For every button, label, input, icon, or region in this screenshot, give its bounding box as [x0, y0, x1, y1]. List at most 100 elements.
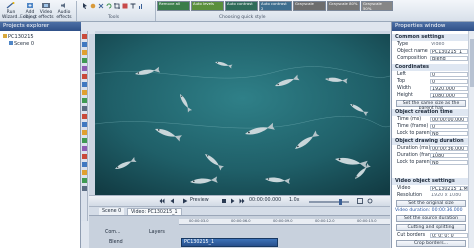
scene-icon	[9, 41, 13, 45]
settings-icon[interactable]	[367, 198, 373, 204]
object-tool-icon[interactable]	[82, 58, 87, 63]
lock-drawing-select[interactable]: No	[430, 160, 468, 165]
timeline-tick: 00:00:03.0	[189, 219, 209, 223]
timeline-tick: 00:00:15.0	[357, 219, 377, 223]
object-tool-icon[interactable]	[82, 146, 87, 151]
crop-borders-button[interactable]: Crop borders...	[396, 240, 466, 247]
same-size-button[interactable]: Set the same size as the parent has	[396, 100, 466, 111]
volume-slider[interactable]	[309, 201, 349, 203]
object-tool-icon[interactable]	[82, 42, 87, 47]
preview-button[interactable]: Preview	[190, 198, 209, 204]
top-field[interactable]: 0	[430, 79, 468, 84]
film-icon	[42, 3, 50, 8]
style-remove-all[interactable]: Remove all	[157, 1, 190, 11]
common-settings-header[interactable]: Common settings	[392, 34, 468, 41]
cut-borders-field[interactable]: 0; 0; 0; 0	[430, 233, 468, 238]
video-preview[interactable]	[95, 34, 390, 195]
object-tool-icon[interactable]	[82, 98, 87, 103]
coordinates-header[interactable]: Coordinates	[392, 64, 468, 71]
object-tool-icon[interactable]	[82, 90, 87, 95]
color-icon[interactable]	[122, 3, 128, 9]
properties-window: Properties window Common settings Type Vi…	[391, 22, 474, 248]
object-tool-icon[interactable]	[82, 162, 87, 167]
duration-ms-field[interactable]: 00:00:36.000	[430, 146, 468, 151]
tree-item-scene[interactable]: Scene 0	[9, 41, 34, 47]
style-auto-contrast-2[interactable]: Auto contrast 2	[259, 1, 292, 11]
object-tool-icon[interactable]	[82, 50, 87, 55]
object-tool-icon[interactable]	[82, 178, 87, 183]
object-tool-icon[interactable]	[82, 130, 87, 135]
height-field[interactable]: 1080.000	[430, 93, 468, 98]
text-icon[interactable]	[130, 3, 136, 9]
hand-tool-icon[interactable]	[90, 3, 96, 9]
source-duration-button[interactable]: Set the source duration	[396, 215, 466, 222]
object-tool-icon[interactable]	[82, 154, 87, 159]
timeline-ruler[interactable]: 00:00:03.0 00:00:06.0 00:00:09.0 00:00:1…	[179, 219, 390, 225]
step-back-icon[interactable]	[169, 198, 175, 204]
object-tool-icon[interactable]	[82, 170, 87, 175]
properties-scrollbar[interactable]	[468, 31, 474, 248]
composition-select[interactable]: Blend	[430, 56, 468, 61]
style-auto-levels[interactable]: Auto levels	[191, 1, 224, 11]
tab-scene-0[interactable]: Scene 0	[99, 208, 125, 215]
object-name-field[interactable]: PC130215_1	[430, 49, 468, 54]
style-grayscale-80[interactable]: Grayscale 80%	[327, 1, 360, 11]
width-field[interactable]: 1920.000	[430, 86, 468, 91]
properties-title: Properties window	[392, 22, 474, 31]
video-settings-header[interactable]: Video object settings	[392, 178, 468, 185]
duration-frame-field[interactable]: 1080	[430, 153, 468, 158]
explorer-title: Projects explorer	[0, 22, 81, 31]
style-grayscale-50[interactable]: Grayscale 50%	[361, 1, 393, 11]
tab-video[interactable]: Video: PC130215_1	[127, 208, 182, 215]
object-tool-icon[interactable]	[82, 74, 87, 79]
time-frame-field[interactable]: 0	[430, 124, 468, 129]
fullscreen-icon[interactable]	[357, 198, 363, 204]
style-grayscale[interactable]: Grayscale	[293, 1, 326, 11]
video-file-field[interactable]: PC130215_1.MOV	[430, 186, 468, 191]
volume-slider-thumb[interactable]	[339, 199, 342, 205]
play-icon[interactable]	[182, 198, 188, 204]
object-tool-icon[interactable]	[82, 66, 87, 71]
fast-forward-icon[interactable]	[239, 198, 245, 204]
video-effects-button[interactable]: Video effects	[38, 2, 54, 20]
ribbon: Run Wizard... Add object Video effects E…	[0, 0, 474, 22]
step-forward-icon[interactable]	[230, 198, 236, 204]
prop-lock-drawing: Lock to parent No	[392, 159, 468, 166]
playback-time: 00:00:00.000	[249, 198, 282, 203]
object-tool-icon[interactable]	[82, 114, 87, 119]
playback-bar: Preview 00:00:00.000 1.0x	[89, 195, 390, 206]
timeline-clip[interactable]: PC130215_1	[181, 238, 278, 247]
left-field[interactable]: 0	[430, 72, 468, 77]
original-size-button[interactable]: Set the original size	[396, 200, 466, 207]
crop-icon[interactable]	[114, 3, 120, 9]
prop-lock-creation: Lock to parent No	[392, 130, 468, 137]
object-tool-icon[interactable]	[82, 122, 87, 127]
creation-time-header[interactable]: Object creation time	[392, 109, 468, 116]
scissors-icon[interactable]	[98, 3, 104, 9]
lock-creation-select[interactable]: No	[430, 131, 468, 136]
cutting-splitting-button[interactable]: Cutting and splitting	[396, 224, 466, 231]
cursor-tool-icon[interactable]	[82, 3, 88, 9]
video-duration-text: Video duration: 00:00:36.000	[395, 208, 463, 213]
drawing-duration-header[interactable]: Object drawing duration	[392, 138, 468, 145]
rotate-icon[interactable]	[106, 3, 112, 9]
zoom-level[interactable]: 1.0x	[289, 198, 299, 204]
layers-label[interactable]: Layers	[149, 230, 165, 236]
timeline-tick: 00:00:06.0	[231, 219, 251, 223]
time-ms-field[interactable]: 00:00:00.000	[430, 117, 468, 122]
object-toolbar	[81, 31, 88, 221]
chart-icon[interactable]	[138, 3, 144, 9]
object-tool-icon[interactable]	[82, 106, 87, 111]
object-tool-icon[interactable]	[82, 82, 87, 87]
rewind-icon[interactable]	[159, 198, 165, 204]
properties-scrollbar-thumb[interactable]	[470, 39, 474, 87]
tree-item-project[interactable]: PC130215	[3, 34, 34, 40]
object-tool-icon[interactable]	[82, 34, 87, 39]
style-auto-contrast[interactable]: Auto contrast	[225, 1, 258, 11]
object-tool-icon[interactable]	[82, 138, 87, 143]
object-tool-icon[interactable]	[82, 186, 87, 191]
stop-icon[interactable]	[221, 198, 227, 204]
editing-group-label: Editing	[20, 15, 36, 20]
audio-effects-button[interactable]: Audio effects	[56, 2, 72, 20]
run-wizard-button[interactable]: Run Wizard...	[2, 2, 22, 20]
